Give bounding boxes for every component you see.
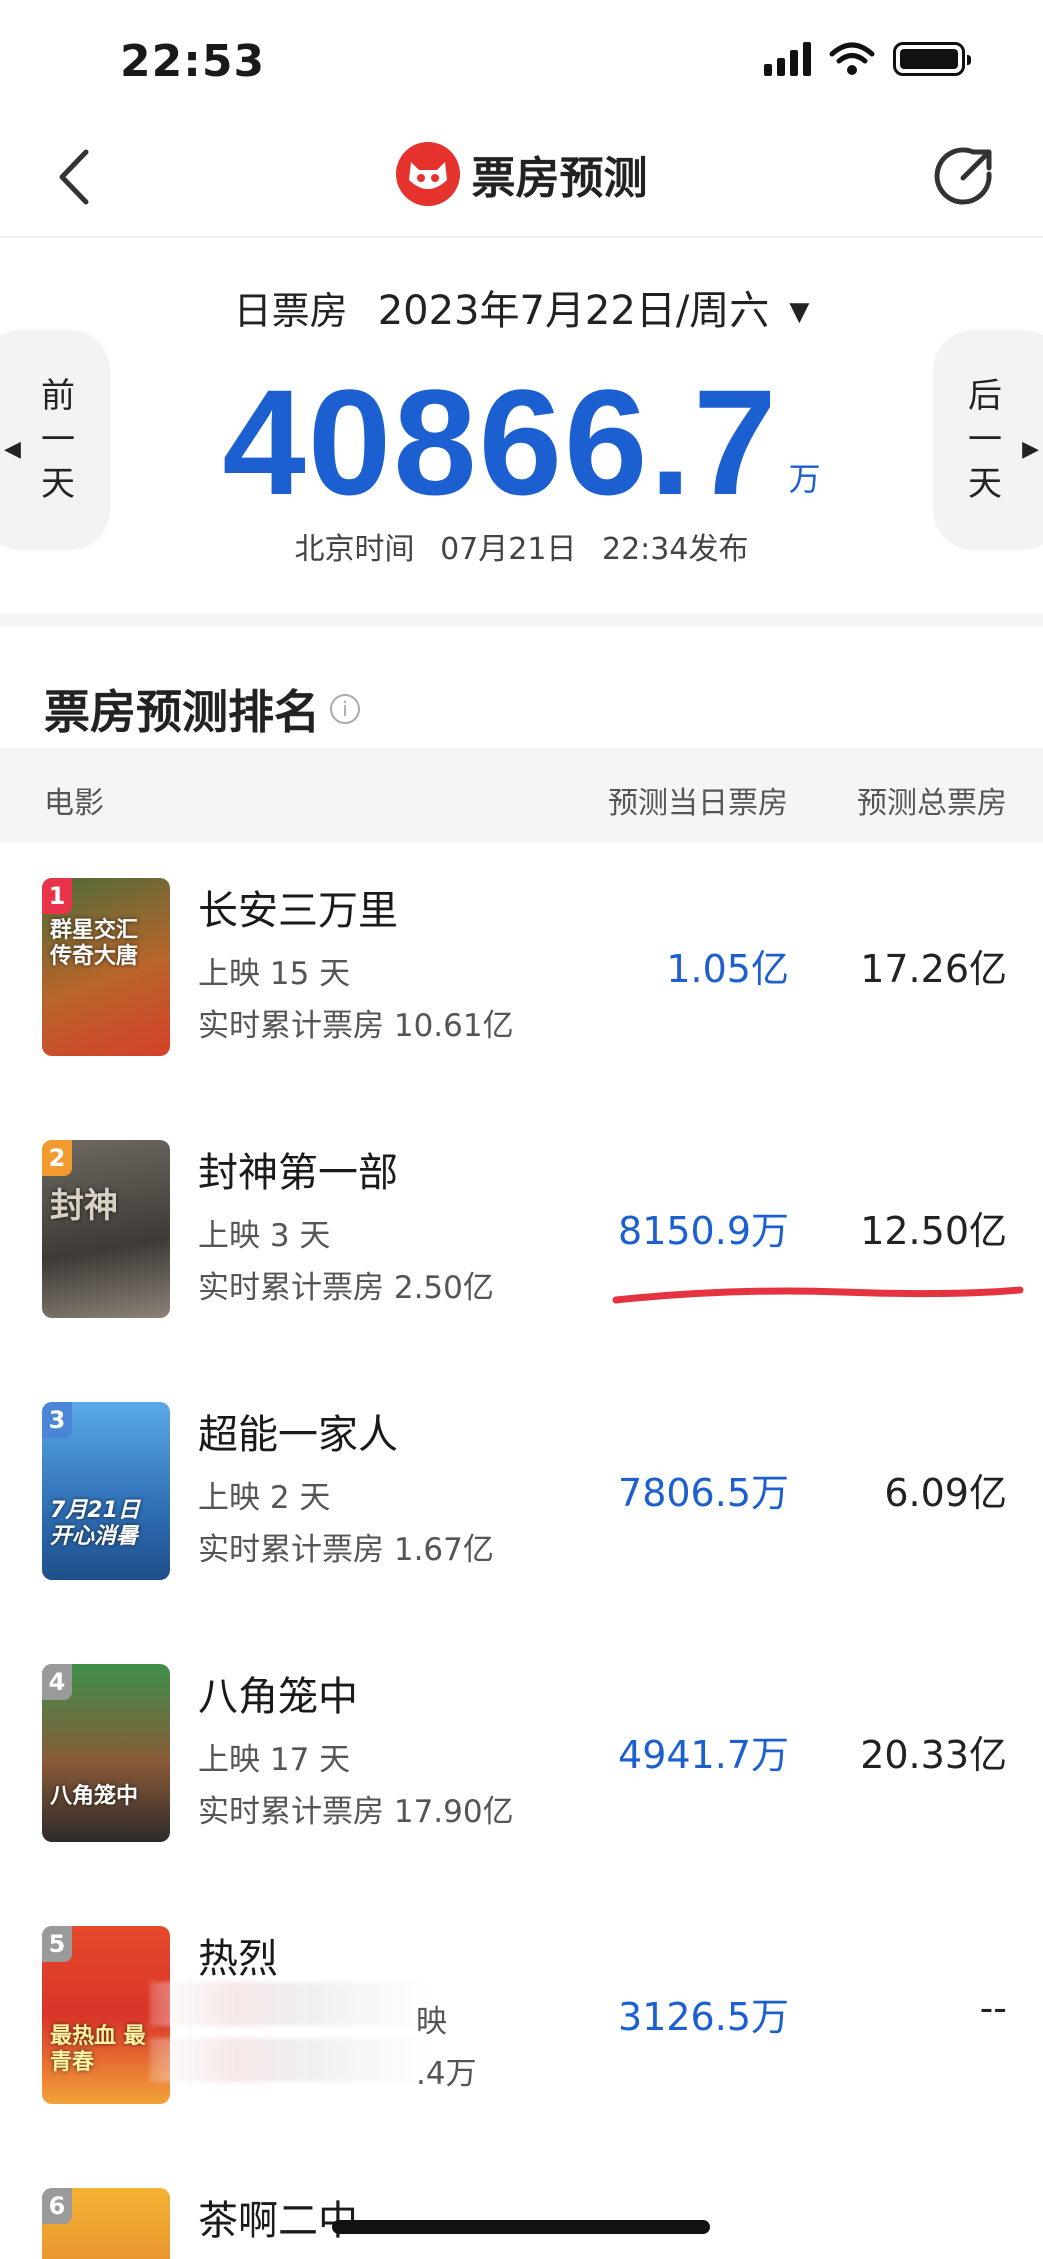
rank-badge: 3 xyxy=(42,1402,72,1438)
movie-cumulative: 实时累计票房 1.67亿 xyxy=(198,1532,494,1568)
poster-caption: 7月21日 开心消暑 xyxy=(50,1498,140,1549)
status-time: 22:53 xyxy=(120,36,266,87)
movie-row[interactable]: 3 7月21日 开心消暑 超能一家人 上映 2 天 实时累计票房 1.67亿 7… xyxy=(0,1366,1043,1628)
movie-title: 长安三万里 xyxy=(198,888,398,934)
column-day-box-office: 预测当日票房 xyxy=(608,786,788,821)
status-bar: 22:53 xyxy=(0,0,1043,120)
release-prefix: 北京时间 xyxy=(294,532,415,567)
movie-row[interactable]: 1 群星交汇 传奇大唐 长安三万里 上映 15 天 实时累计票房 10.61亿 … xyxy=(0,842,1043,1104)
page-title: 票房预测 xyxy=(471,153,648,204)
blur-mask xyxy=(150,2038,430,2082)
poster-caption: 八角笼中 xyxy=(50,1784,139,1809)
movie-title: 八角笼中 xyxy=(198,1674,358,1720)
ranking-title: 票房预测排名 i xyxy=(44,676,360,742)
movie-days: 上映 15 天 xyxy=(198,956,351,992)
movie-days: 上映 17 天 xyxy=(198,1742,351,1778)
release-date: 07月21日 xyxy=(440,532,577,567)
release-info: 北京时间 07月21日 22:34发布 xyxy=(0,524,1043,568)
box-office-value: 40866.7 xyxy=(222,358,779,526)
column-movie: 电影 xyxy=(44,786,104,821)
predicted-total-box-office: 12.50亿 xyxy=(860,1209,1007,1253)
predicted-day-box-office: 8150.9万 xyxy=(618,1209,789,1253)
predicted-total-box-office: 20.33亿 xyxy=(860,1733,1007,1777)
movie-row[interactable]: 4 八角笼中 八角笼中 上映 17 天 实时累计票房 17.90亿 4941.7… xyxy=(0,1628,1043,1890)
predicted-total-box-office: 6.09亿 xyxy=(884,1471,1007,1515)
poster-caption: 群星交汇 传奇大唐 xyxy=(50,918,139,969)
date-selector[interactable]: 日票房 2023年7月22日/周六 ▼ xyxy=(0,278,1043,336)
column-total-box-office: 预测总票房 xyxy=(857,786,1007,821)
movie-cumulative: 实时累计票房 17.90亿 xyxy=(198,1794,514,1830)
rank-badge: 4 xyxy=(42,1664,72,1700)
caret-down-icon: ▼ xyxy=(789,297,810,327)
cat-logo-icon xyxy=(395,142,460,206)
poster-caption: 封神 xyxy=(50,1186,118,1226)
movie-cumulative: .4万 xyxy=(416,2056,477,2092)
movie-row[interactable]: 2 封神 封神第一部 上映 3 天 实时累计票房 2.50亿 8150.9万 1… xyxy=(0,1104,1043,1366)
movie-title: 封神第一部 xyxy=(198,1150,398,1196)
release-time: 22:34发布 xyxy=(601,532,749,567)
predicted-day-box-office: 7806.5万 xyxy=(618,1471,789,1515)
nav-bar: 票房预测 xyxy=(0,120,1043,238)
nav-title-group: 票房预测 xyxy=(0,142,1043,206)
movie-row[interactable]: 6 茶啊二中 xyxy=(0,2152,1043,2259)
predicted-day-box-office: 1.05亿 xyxy=(666,947,789,991)
movie-days: 映 xyxy=(416,2004,447,2040)
movie-poster: 6 xyxy=(42,2188,170,2259)
movie-title: 茶啊二中 xyxy=(198,2198,358,2244)
movie-poster: 4 八角笼中 xyxy=(42,1664,170,1842)
movie-days: 上映 2 天 xyxy=(198,1480,331,1516)
movie-title: 超能一家人 xyxy=(198,1412,398,1458)
battery-icon xyxy=(893,42,971,76)
share-button[interactable] xyxy=(933,144,997,208)
blur-mask xyxy=(150,1982,430,2026)
predicted-day-box-office: 4941.7万 xyxy=(618,1733,789,1777)
movie-poster: 3 7月21日 开心消暑 xyxy=(42,1402,170,1580)
predicted-total-box-office: -- xyxy=(979,1986,1007,2030)
info-icon[interactable]: i xyxy=(330,694,360,724)
predicted-total-box-office: 17.26亿 xyxy=(860,947,1007,991)
movie-poster: 1 群星交汇 传奇大唐 xyxy=(42,878,170,1056)
rank-badge: 1 xyxy=(42,878,72,914)
wifi-icon xyxy=(829,42,875,75)
movie-title: 热烈 xyxy=(198,1936,278,1982)
date-value: 2023年7月22日/周六 xyxy=(377,288,770,334)
movie-cumulative: 实时累计票房 2.50亿 xyxy=(198,1270,494,1306)
movie-cumulative: 实时累计票房 10.61亿 xyxy=(198,1008,514,1044)
movie-row[interactable]: 5 最热血 最青春 热烈 映 .4万 3126.5万 -- xyxy=(0,1890,1043,2152)
movie-poster: 2 封神 xyxy=(42,1140,170,1318)
box-office-unit: 万 xyxy=(788,460,821,498)
poster-caption: 最热血 最青春 xyxy=(50,2024,146,2075)
predicted-day-box-office: 3126.5万 xyxy=(618,1995,789,2039)
table-header: 电影 预测当日票房 预测总票房 xyxy=(0,748,1043,842)
home-indicator xyxy=(332,2220,710,2234)
date-label: 日票房 xyxy=(233,289,348,333)
status-icons xyxy=(764,42,971,76)
ranking-title-text: 票房预测排名 xyxy=(44,685,320,739)
daily-box-office: 40866.7 万 xyxy=(0,356,1043,529)
red-underline-annotation xyxy=(612,1286,1024,1304)
movie-days: 上映 3 天 xyxy=(198,1218,331,1254)
rank-badge: 6 xyxy=(42,2188,72,2224)
rank-badge: 5 xyxy=(42,1926,72,1962)
section-divider xyxy=(0,614,1043,626)
rank-badge: 2 xyxy=(42,1140,72,1176)
cellular-signal-icon xyxy=(764,42,811,76)
